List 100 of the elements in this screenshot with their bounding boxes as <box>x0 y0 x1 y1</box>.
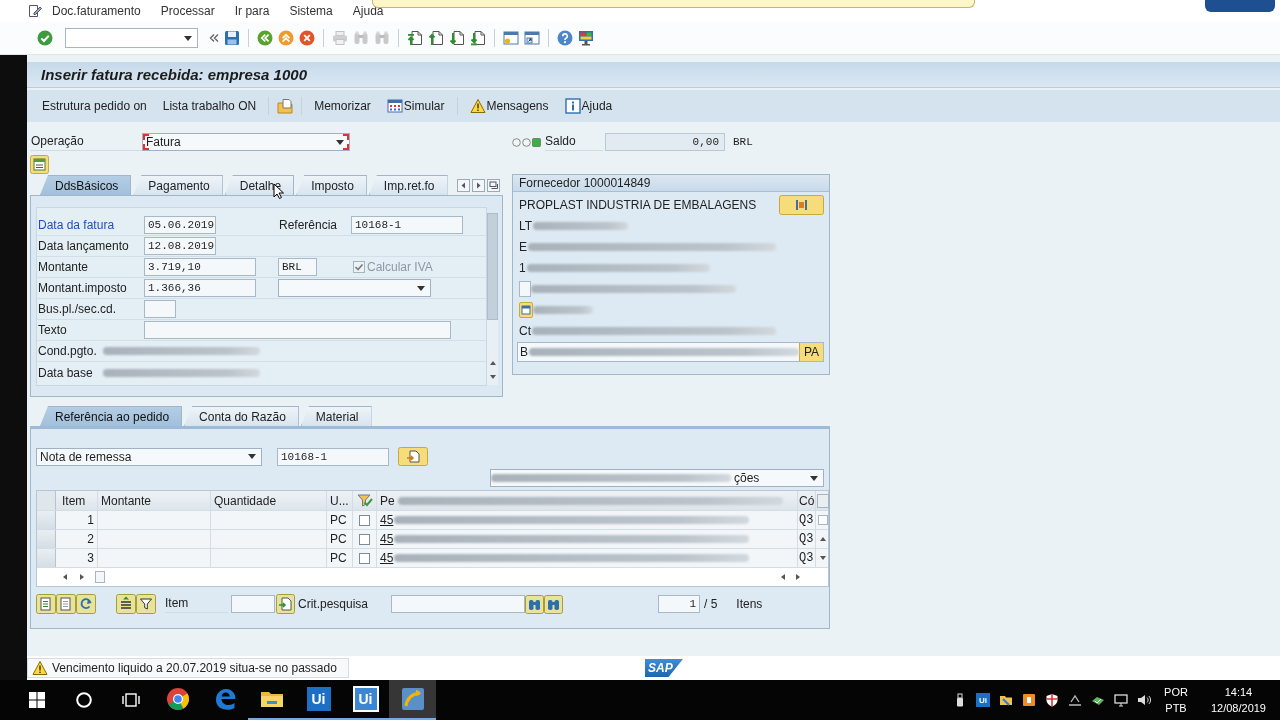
document-pen-icon[interactable] <box>28 4 42 18</box>
tab[interactable]: Material <box>300 406 372 426</box>
scroll-right-icon[interactable] <box>472 178 485 192</box>
item-field[interactable] <box>231 595 275 613</box>
folder-document-icon[interactable] <box>277 98 294 114</box>
tab[interactable]: Conta do Razão <box>184 406 299 426</box>
tab[interactable]: Imposto <box>296 175 367 195</box>
refresh-icon[interactable] <box>76 594 96 614</box>
folder-icon[interactable] <box>999 693 1014 707</box>
column-header: Có <box>798 491 816 510</box>
scroll-up-icon[interactable] <box>818 535 827 543</box>
eject-icon[interactable] <box>1068 693 1083 707</box>
next-page-icon[interactable] <box>449 30 465 46</box>
tab[interactable]: Referência ao pedido <box>40 406 183 426</box>
binoculars-icon[interactable] <box>544 594 563 614</box>
menu-item[interactable]: Doc.faturamento <box>52 4 141 18</box>
reference-field[interactable]: 10168-1 <box>351 216 463 234</box>
shield-icon[interactable] <box>1045 693 1060 707</box>
memorize-button[interactable]: Memorizar <box>310 95 375 117</box>
check-icon[interactable] <box>37 30 53 46</box>
position-field[interactable]: 1 <box>658 595 700 613</box>
window-list-icon[interactable] <box>30 154 49 174</box>
menu-item[interactable]: Ir para <box>234 4 270 18</box>
order-link[interactable]: 45 <box>380 532 394 546</box>
first-page-icon[interactable] <box>407 30 423 46</box>
bracket-icon[interactable] <box>779 194 824 215</box>
search-field[interactable] <box>391 595 525 613</box>
posting-date-field[interactable]: 12.08.2019 <box>144 237 216 255</box>
exit-icon[interactable] <box>278 30 294 46</box>
scroll-right-icon[interactable] <box>78 573 86 581</box>
caret-icon <box>248 454 256 459</box>
task-view-icon[interactable] <box>121 692 140 708</box>
invoice-date-field[interactable]: 05.06.2019 <box>144 216 216 234</box>
scroll-up-icon[interactable] <box>488 359 497 367</box>
funnel-icon[interactable] <box>136 594 156 614</box>
funnel-check-icon[interactable] <box>356 494 373 507</box>
scroll-thumb[interactable] <box>95 571 105 583</box>
document-tile-icon[interactable] <box>1022 693 1037 707</box>
taskbar-button[interactable] <box>389 680 436 720</box>
language-indicator[interactable]: POR <box>1164 684 1188 700</box>
menu-item[interactable]: Sistema <box>289 4 333 18</box>
bank-button[interactable]: PA <box>799 342 823 361</box>
scroll-left-icon[interactable] <box>779 573 787 581</box>
address-text: LT <box>519 218 533 233</box>
bank-field[interactable]: B PA <box>517 341 824 362</box>
scroll-left-icon[interactable] <box>457 178 470 192</box>
currency-field[interactable]: BRL <box>278 258 317 276</box>
deselect-all-icon[interactable] <box>56 594 76 614</box>
back-icon[interactable] <box>257 30 273 46</box>
scroll-down-icon[interactable] <box>488 373 497 381</box>
select-all-icon[interactable] <box>36 594 56 614</box>
operation-dropdown[interactable]: Fatura <box>142 133 350 151</box>
monitor-icon[interactable] <box>1114 693 1129 707</box>
menu-item[interactable]: Processar <box>160 4 215 18</box>
checkbox[interactable] <box>359 514 370 526</box>
tab[interactable]: Imp.ret.fo <box>368 175 448 195</box>
worklist-toggle-button[interactable]: Lista trabalho ON <box>158 95 261 117</box>
speaker-icon[interactable] <box>1137 693 1152 707</box>
tab[interactable]: Pagamento <box>133 175 223 195</box>
keyboard-indicator[interactable]: PTB <box>1165 700 1187 716</box>
circle-icon[interactable] <box>75 692 92 708</box>
double-chevron-icon[interactable] <box>209 33 219 43</box>
simulate-button[interactable]: Simular <box>382 95 449 117</box>
clock-time[interactable]: 14:14 <box>1224 684 1253 700</box>
text-field[interactable] <box>144 321 451 339</box>
tax-amount-field[interactable]: 1.366,36 <box>144 279 256 297</box>
taskbar-button[interactable]: Ui <box>295 680 342 720</box>
monitor-icon[interactable] <box>578 30 594 46</box>
help-icon[interactable] <box>557 30 573 46</box>
scroll-thumb[interactable] <box>487 213 498 320</box>
amount-field[interactable]: 3.719,10 <box>144 258 256 276</box>
reference-field[interactable]: 10168-1 <box>277 447 389 466</box>
checkbox[interactable] <box>359 533 370 545</box>
binoculars-icon[interactable] <box>525 594 544 614</box>
windows-icon[interactable] <box>28 692 45 708</box>
input-field[interactable] <box>519 280 531 297</box>
order-link[interactable]: 45 <box>380 551 394 565</box>
last-page-icon[interactable] <box>470 30 486 46</box>
order-link[interactable]: 45 <box>380 513 394 527</box>
structure-toggle-button[interactable]: Estrutura pedido on <box>38 95 151 117</box>
reference-type-dropdown[interactable]: Nota de remessa <box>36 447 262 466</box>
scroll-left-icon[interactable] <box>61 573 69 581</box>
layout-dropdown[interactable]: ções <box>490 469 824 487</box>
window-icon[interactable] <box>519 301 533 318</box>
tab-list-icon[interactable] <box>487 178 500 192</box>
stack-up-icon[interactable] <box>116 594 136 614</box>
tab[interactable]: DdsBásicos <box>40 175 132 195</box>
scroll-down-icon[interactable] <box>818 554 827 562</box>
help-button[interactable]: Ajuda <box>560 95 617 117</box>
cancel-icon[interactable] <box>299 30 315 46</box>
checkbox[interactable] <box>359 552 370 564</box>
command-field[interactable] <box>65 28 198 48</box>
messages-button[interactable]: Mensagens <box>465 95 553 117</box>
previous-page-icon[interactable] <box>428 30 444 46</box>
save-icon[interactable] <box>224 30 240 46</box>
menu-item[interactable]: Ajuda <box>352 4 384 18</box>
tray-app-logo[interactable]: Ui <box>976 693 991 707</box>
business-place-field[interactable] <box>144 300 176 318</box>
scroll-right-icon[interactable] <box>794 573 802 581</box>
clock-date[interactable]: 12/08/2019 <box>1210 700 1266 716</box>
